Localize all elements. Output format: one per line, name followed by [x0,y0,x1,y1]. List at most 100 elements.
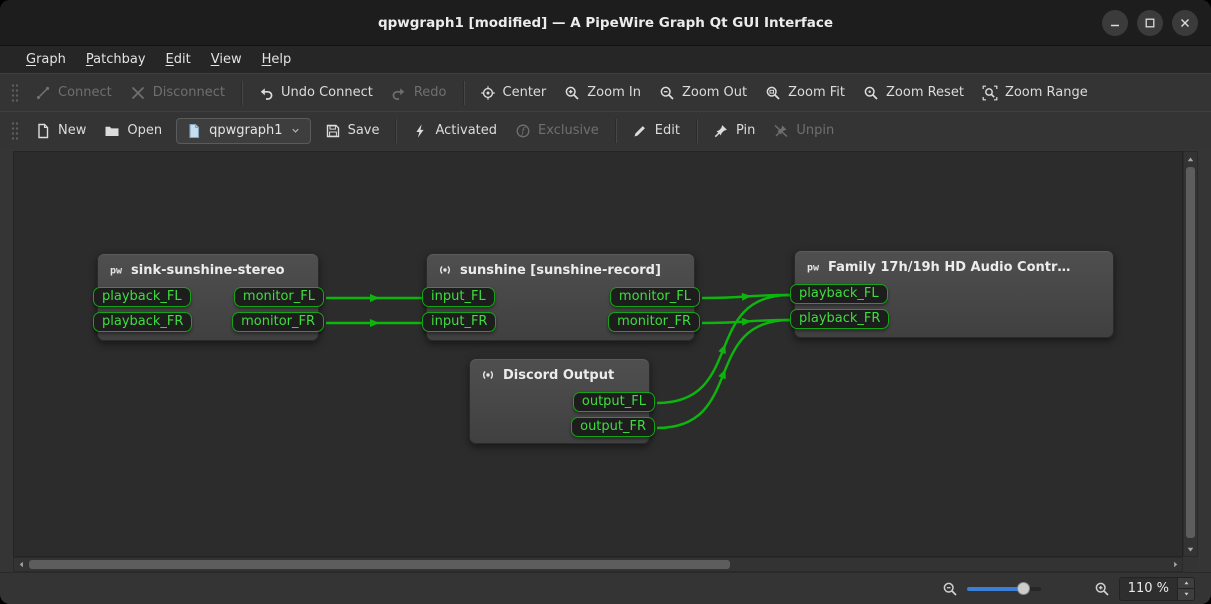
node-title: Discord Output [503,368,614,383]
redo-icon [391,85,407,101]
scroll-down-button[interactable] [1184,542,1197,556]
port-input_FR[interactable]: input_FR [422,312,496,332]
menu-view[interactable]: View [201,48,252,71]
node-title: sink-sunshine-stereo [131,263,285,278]
connection-wire[interactable] [702,295,790,298]
scroll-area: pwsink-sunshine-stereoplayback_FLplaybac… [13,151,1198,572]
port-monitor_FR[interactable]: monitor_FR [608,312,700,332]
activated-icon [412,123,428,139]
graph-canvas[interactable]: pwsink-sunshine-stereoplayback_FLplaybac… [13,151,1183,557]
connections-layer [14,152,1182,556]
toolbar-separator [615,119,616,143]
zoom-value[interactable]: 110 % [1120,578,1177,600]
zoom-out-button[interactable]: Zoom Out [650,79,756,107]
node-family[interactable]: pwFamily 17h/19h HD Audio Contr…playback… [794,250,1114,338]
undo-connect-button[interactable]: Undo Connect [249,79,382,107]
file-icon [186,123,202,139]
window-controls [1102,0,1198,45]
toolbar-separator [241,81,242,105]
chevron-down-icon [290,125,301,136]
patchbay-name: qpwgraph1 [209,123,282,138]
center-icon [480,85,496,101]
zoom-slider-handle[interactable] [1017,582,1030,595]
zoom-in-button[interactable]: Zoom In [555,79,650,107]
speaker-icon [437,262,453,278]
horizontal-scrollbar-thumb[interactable] [29,560,730,569]
node-header: Discord Output [470,359,649,387]
zoom-spinbox[interactable]: 110 % [1119,577,1195,601]
scroll-right-button[interactable] [1168,558,1182,571]
maximize-icon [1142,15,1158,31]
save-icon [325,123,341,139]
redo-button: Redo [382,79,456,107]
statusbar: 110 % [0,572,1211,604]
zoom-slider[interactable] [967,581,1041,597]
undo-icon [258,85,274,101]
port-playback_FL[interactable]: playback_FL [790,284,888,304]
node-header: sunshine [sunshine-record] [427,254,694,282]
center-button[interactable]: Center [471,79,556,107]
zoom-out-icon[interactable] [942,581,958,597]
titlebar[interactable]: qpwgraph1 [modified] — A PipeWire Graph … [0,0,1211,46]
unpin-button: Unpin [764,117,843,145]
toolbar-handle[interactable] [10,82,18,104]
port-input_FL[interactable]: input_FL [422,287,495,307]
scroll-up-button[interactable] [1184,152,1197,166]
zoom-range-button[interactable]: Zoom Range [973,79,1097,107]
svg-text:pw: pw [807,263,820,274]
pipewire-icon: pw [805,259,821,275]
menu-help[interactable]: Help [252,48,302,71]
menubar: GraphPatchbayEditViewHelp [0,46,1211,73]
edit-icon [632,123,648,139]
minimize-button[interactable] [1102,10,1128,36]
zoom-out-icon [659,85,675,101]
port-playback_FR[interactable]: playback_FR [93,312,192,332]
port-monitor_FL[interactable]: monitor_FL [610,287,700,307]
close-button[interactable] [1172,10,1198,36]
port-monitor_FR[interactable]: monitor_FR [232,312,324,332]
save-button[interactable]: Save [316,117,389,145]
node-discord[interactable]: Discord Outputoutput_FLoutput_FR [469,358,650,444]
port-output_FR[interactable]: output_FR [571,417,655,437]
maximize-button[interactable] [1137,10,1163,36]
port-playback_FR[interactable]: playback_FR [790,309,889,329]
activated-button[interactable]: Activated [403,117,506,145]
port-output_FL[interactable]: output_FL [573,392,655,412]
port-playback_FL[interactable]: playback_FL [93,287,191,307]
app-window: qpwgraph1 [modified] — A PipeWire Graph … [0,0,1211,604]
vertical-scrollbar[interactable] [1183,151,1198,557]
node-sunshine[interactable]: sunshine [sunshine-record]input_FLinput_… [426,253,695,341]
edit-button[interactable]: Edit [623,117,689,145]
menu-graph[interactable]: Graph [16,48,76,71]
node-header: pw sink-sunshine-stereo [98,254,318,282]
exclusive-button: fExclusive [506,117,608,145]
zoom-in-icon[interactable] [1094,581,1110,597]
zoom-in-icon [564,85,580,101]
window-title: qpwgraph1 [modified] — A PipeWire Graph … [378,15,833,31]
menu-edit[interactable]: Edit [156,48,201,71]
connect-button: Connect [26,79,121,107]
scroll-left-button[interactable] [14,558,28,571]
minimize-icon [1107,15,1123,31]
zoom-increment-button[interactable] [1178,578,1194,590]
open-button[interactable]: Open [95,117,171,145]
zoom-fit-button[interactable]: Zoom Fit [756,79,854,107]
close-icon [1177,15,1193,31]
menu-patchbay[interactable]: Patchbay [76,48,156,71]
new-button[interactable]: New [26,117,95,145]
scrollbar-corner [1183,557,1198,572]
port-monitor_FL[interactable]: monitor_FL [234,287,324,307]
vertical-scrollbar-thumb[interactable] [1186,167,1195,538]
zoom-decrement-button[interactable] [1178,589,1194,600]
connection-arrow-icon [742,293,752,301]
pipewire-icon: pw [108,262,124,278]
zoom-reset-button[interactable]: Zoom Reset [854,79,973,107]
node-header: pwFamily 17h/19h HD Audio Contr… [795,251,1113,279]
connection-arrow-icon [742,318,752,326]
patchbay-select[interactable]: qpwgraph1 [176,118,310,144]
pin-button[interactable]: Pin [704,117,764,145]
connection-wire[interactable] [702,320,790,323]
node-sink[interactable]: pwsink-sunshine-stereoplayback_FLplaybac… [97,253,319,341]
horizontal-scrollbar[interactable] [13,557,1183,572]
toolbar-handle[interactable] [10,120,18,142]
